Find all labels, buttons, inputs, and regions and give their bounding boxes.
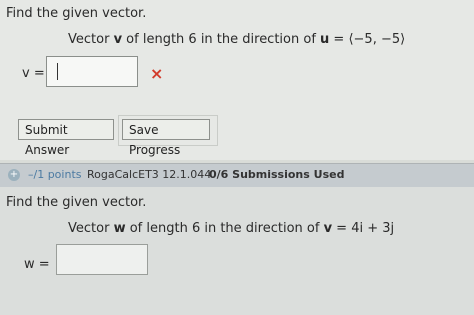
question-1-text-before: Vector — [68, 32, 114, 47]
save-progress-button[interactable]: Save Progress — [122, 119, 210, 157]
question-1-equals-value: = ⟨−5, −5⟩ — [329, 32, 406, 47]
question-2-prompt: Find the given vector. — [6, 195, 147, 210]
question-source: RogaCalcET3 12.1.044. — [87, 168, 215, 181]
question-2-answer-input[interactable] — [56, 244, 148, 275]
question-1-answer-label: v = — [22, 66, 45, 81]
incorrect-x-icon: × — [150, 64, 164, 83]
question-2-header: + –/1 points RogaCalcET3 12.1.044. 0/6 S… — [0, 163, 474, 187]
question-2-direction-name: v — [323, 221, 333, 236]
submit-answer-button[interactable]: Submit Answer — [18, 119, 114, 157]
points-link[interactable]: –/1 points — [28, 168, 82, 181]
question-1-panel: Find the given vector. Vector v of lengt… — [0, 0, 474, 160]
question-2-answer-label: w = — [24, 257, 50, 272]
question-2-text-middle: of length 6 in the direction of — [125, 221, 324, 236]
question-1-direction-name: u — [320, 32, 330, 47]
submissions-used: 0/6 Submissions Used — [209, 168, 345, 181]
question-1-statement: Vector v of length 6 in the direction of… — [68, 32, 405, 47]
text-caret — [57, 63, 58, 80]
question-2-vector-name: w — [113, 221, 126, 236]
question-1-vector-name: v — [113, 32, 123, 47]
expand-plus-icon[interactable]: + — [8, 169, 20, 181]
question-2-equals-value: = 4i + 3j — [332, 221, 395, 236]
question-2-statement: Vector w of length 6 in the direction of… — [68, 221, 394, 236]
question-2-text-before: Vector — [68, 221, 114, 236]
question-2-panel: Find the given vector. Vector w of lengt… — [0, 187, 474, 315]
question-1-answer-input[interactable] — [46, 56, 138, 87]
question-1-text-middle: of length 6 in the direction of — [122, 32, 321, 47]
question-1-prompt: Find the given vector. — [6, 6, 147, 21]
